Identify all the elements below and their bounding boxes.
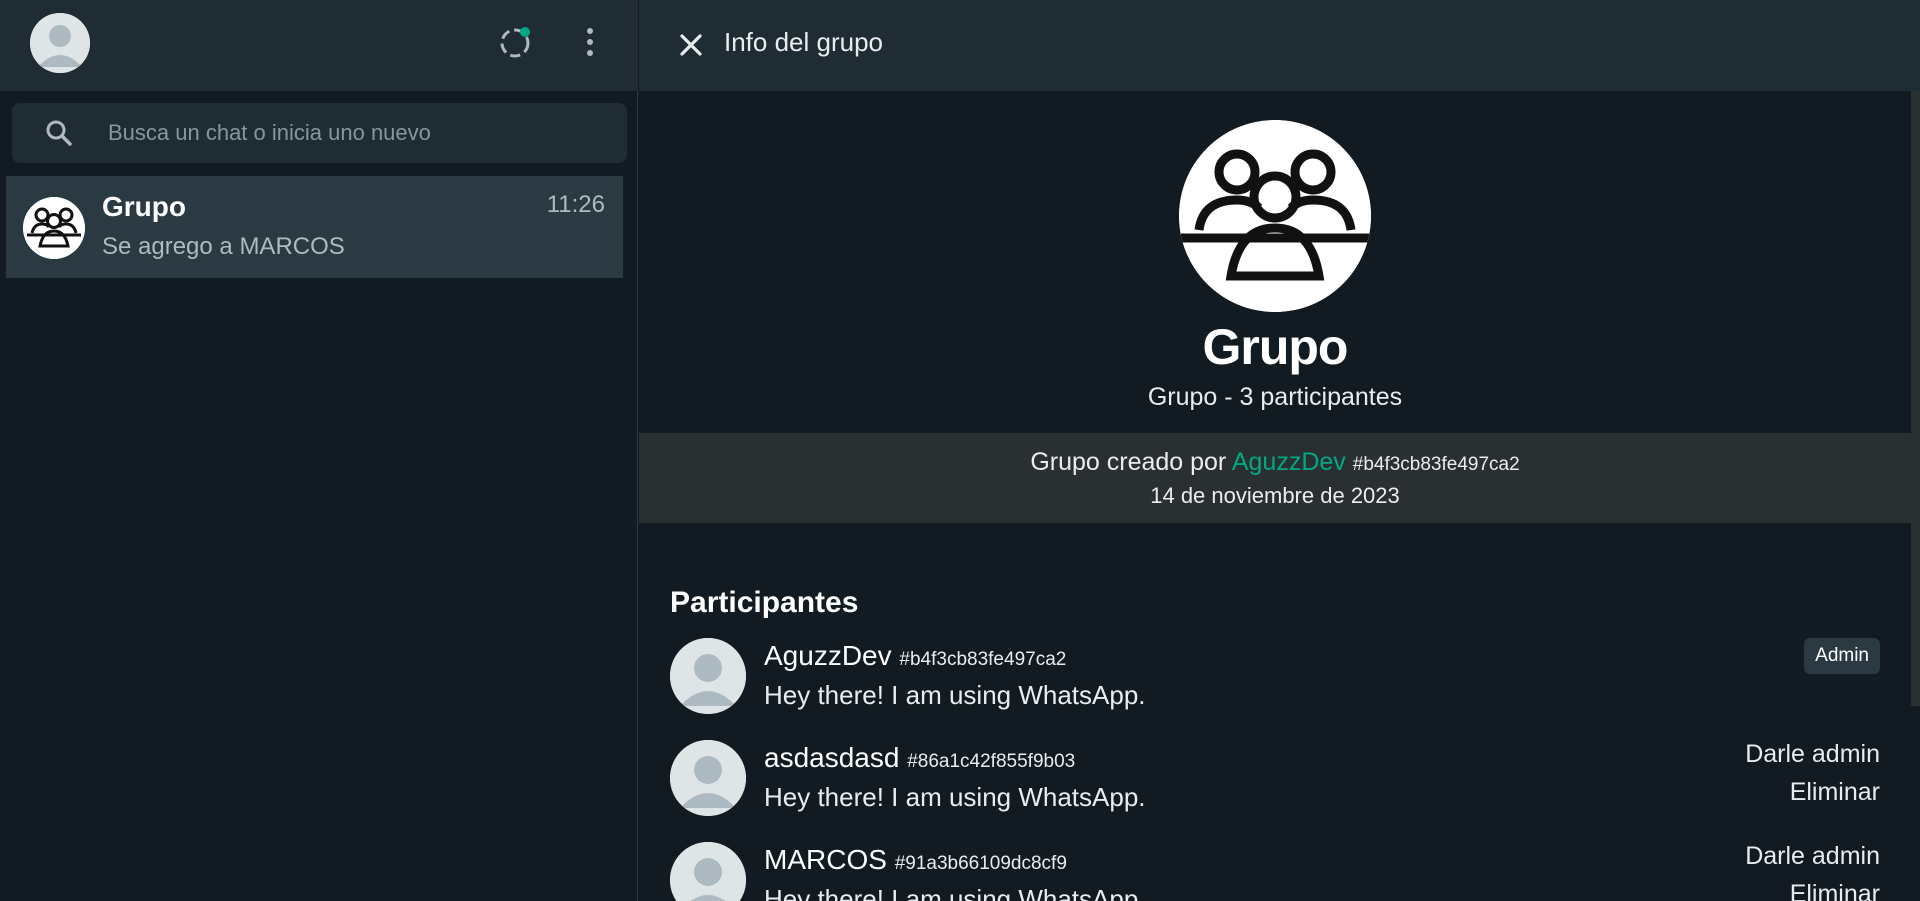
participant-row[interactable]: asdasdasd #86a1c42f855f9b03 Hey there! I…	[670, 740, 1880, 830]
scrollbar[interactable]	[1911, 91, 1920, 706]
participant-name: asdasdasd	[764, 742, 900, 773]
participant-name-line: AguzzDev #b4f3cb83fe497ca2	[764, 640, 1066, 672]
participant-status: Hey there! I am using WhatsApp.	[764, 884, 1146, 901]
participant-hash: #86a1c42f855f9b03	[907, 751, 1076, 772]
participant-row[interactable]: AguzzDev #b4f3cb83fe497ca2 Hey there! I …	[670, 638, 1880, 728]
participant-status: Hey there! I am using WhatsApp.	[764, 782, 1146, 812]
created-by-line: Grupo creado por AguzzDev #b4f3cb83fe497…	[639, 448, 1911, 477]
group-icon	[23, 197, 85, 259]
chat-list-item[interactable]: Grupo 11:26 Se agrego a MARCOS	[6, 176, 623, 278]
chat-list-pane: Grupo 11:26 Se agrego a MARCOS	[0, 0, 638, 901]
group-name: Grupo	[1202, 319, 1349, 375]
chat-time: 11:26	[546, 191, 605, 218]
status-icon[interactable]	[496, 22, 536, 62]
group-created-info: Grupo creado por AguzzDev #b4f3cb83fe497…	[639, 433, 1911, 523]
admin-badge: Admin	[1804, 638, 1880, 674]
participant-name: AguzzDev	[764, 640, 892, 671]
chat-name: Grupo	[102, 191, 186, 222]
my-avatar[interactable]	[30, 13, 90, 73]
avatar-icon	[670, 740, 746, 816]
created-prefix: Grupo creado por	[1030, 448, 1227, 476]
menu-icon[interactable]	[570, 22, 610, 62]
avatar-icon	[670, 638, 746, 714]
panel-title: Info del grupo	[724, 27, 884, 57]
participant-name-line: asdasdasd #86a1c42f855f9b03	[764, 742, 1075, 774]
search-icon	[45, 119, 73, 147]
participant-name: MARCOS	[764, 844, 887, 875]
make-admin-button[interactable]: Darle admin	[1745, 740, 1880, 769]
chat-last-message: Se agrego a MARCOS	[102, 233, 345, 260]
creator-name[interactable]: AguzzDev	[1232, 448, 1346, 476]
participant-hash: #b4f3cb83fe497ca2	[899, 649, 1067, 670]
participant-name-line: MARCOS #91a3b66109dc8cf9	[764, 844, 1067, 876]
remove-participant-button[interactable]: Eliminar	[1790, 778, 1880, 807]
sidebar-header	[0, 0, 638, 91]
creator-hash: #b4f3cb83fe497ca2	[1352, 454, 1520, 475]
group-info-pane: Info del grupo Grupo Grupo - 3 participa…	[639, 0, 1920, 901]
group-avatar[interactable]	[1179, 120, 1371, 312]
make-admin-button[interactable]: Darle admin	[1745, 842, 1880, 871]
search-box	[12, 103, 627, 163]
participant-row[interactable]: MARCOS #91a3b66109dc8cf9 Hey there! I am…	[670, 842, 1880, 901]
avatar-icon	[670, 842, 746, 901]
participant-hash: #91a3b66109dc8cf9	[894, 853, 1067, 874]
group-info-header: Info del grupo	[639, 0, 1920, 91]
created-date: 14 de noviembre de 2023	[1150, 483, 1400, 508]
participant-status: Hey there! I am using WhatsApp.	[764, 680, 1146, 710]
participants-title: Participantes	[670, 586, 859, 619]
search-input[interactable]	[108, 103, 608, 163]
group-subtitle: Grupo - 3 participantes	[1147, 383, 1403, 411]
close-icon[interactable]	[671, 25, 711, 65]
remove-participant-button[interactable]: Eliminar	[1790, 880, 1880, 901]
